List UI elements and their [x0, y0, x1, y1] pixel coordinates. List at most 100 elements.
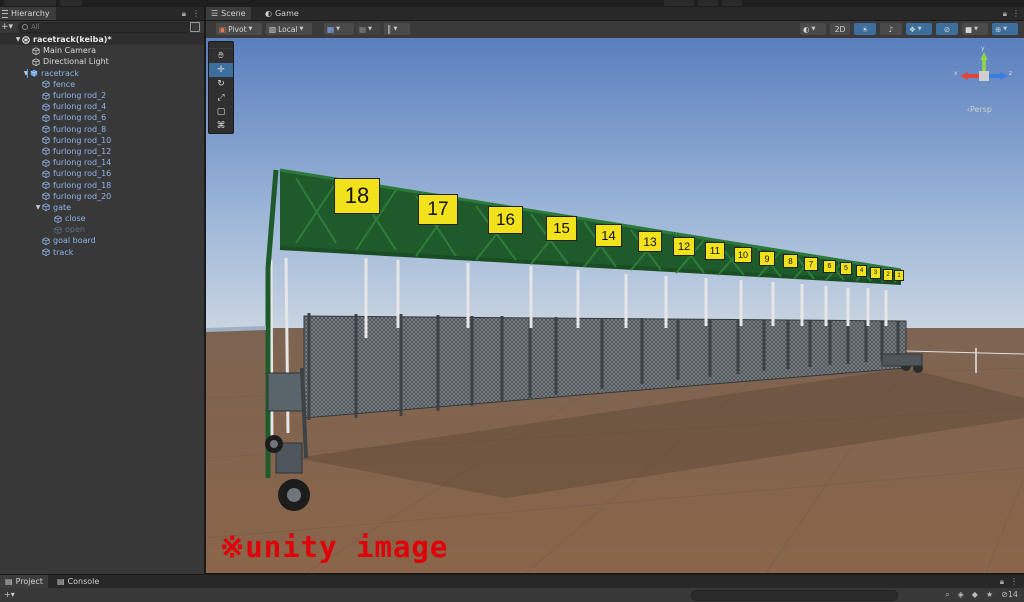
- expand-arrow-icon[interactable]: ▼: [14, 36, 22, 43]
- draw-mode-dropdown[interactable]: ◐ ▼: [800, 23, 826, 35]
- tree-item-scene-root[interactable]: ▼ racetrack(keiba)*: [0, 34, 204, 46]
- move-tool-button[interactable]: ✛: [209, 63, 233, 77]
- tab-console[interactable]: ▤ Console: [52, 575, 104, 588]
- transform-tools-overlay: ✋︎ ✛ ↻ ⤢ ▢ ⌘: [208, 41, 234, 134]
- tree-item-label: Main Camera: [43, 46, 97, 56]
- dropdown-arrow-icon: ▼: [248, 26, 253, 32]
- hierarchy-search[interactable]: [18, 21, 192, 33]
- tree-item-furlong-rod[interactable]: furlong rod_2: [0, 90, 204, 101]
- tab-scene[interactable]: ☰ Scene: [206, 7, 251, 20]
- tree-item-goal-board[interactable]: goal board: [0, 235, 204, 246]
- search-filter-icon[interactable]: ⌕: [945, 590, 949, 600]
- rect-tool-button[interactable]: ▢: [209, 105, 233, 119]
- favorite-star-icon[interactable]: ★: [986, 590, 993, 600]
- camera-settings-dropdown[interactable]: ■ ▼: [962, 23, 988, 35]
- tree-item-label: furlong rod_6: [53, 113, 107, 123]
- overlay-drag-handle[interactable]: [209, 42, 233, 49]
- tree-item-furlong-rod[interactable]: furlong rod_10: [0, 135, 204, 146]
- dropdown-arrow-icon: ▼: [1003, 26, 1008, 32]
- tree-item-label: gate: [53, 202, 72, 212]
- lock-icon[interactable]: 🔒︎: [1003, 9, 1007, 19]
- tree-item-furlong-rod[interactable]: furlong rod_6: [0, 112, 204, 123]
- audio-toggle-button[interactable]: ♪: [880, 23, 902, 35]
- orientation-gizmo[interactable]: y x z: [954, 46, 1014, 106]
- tree-item-main-camera[interactable]: Main Camera: [0, 45, 204, 56]
- speaker-icon: ♪: [888, 24, 894, 34]
- scale-tool-button[interactable]: ⤢: [209, 91, 233, 105]
- tree-item-label: furlong rod_10: [53, 135, 112, 145]
- expand-arrow-icon[interactable]: ▼: [22, 70, 30, 77]
- search-icon: [22, 24, 28, 30]
- scene-visibility-toggle[interactable]: ⊘: [936, 23, 958, 35]
- grid-snapping-button[interactable]: ▦ ▼: [324, 23, 354, 35]
- tree-item-directional-light[interactable]: Directional Light: [0, 56, 204, 67]
- gate-number-plate: 17: [418, 194, 458, 225]
- tree-item-furlong-rod[interactable]: furlong rod_8: [0, 124, 204, 135]
- kebab-menu-icon[interactable]: ⋮: [192, 9, 200, 19]
- pivot-dropdown[interactable]: ▣ Pivot ▼: [216, 23, 262, 35]
- hierarchy-panel: Hierarchy 🔒︎ ⋮ +▾ ▼ racetrack(keiba)* Ma…: [0, 7, 206, 574]
- tree-item-label: furlong rod_18: [53, 180, 112, 190]
- incremental-snap-button[interactable]: ║ ▼: [384, 23, 410, 35]
- tab-game[interactable]: ◐ Game: [260, 7, 304, 20]
- tree-item-label: goal board: [53, 236, 96, 246]
- lock-icon[interactable]: 🔒︎: [182, 9, 186, 19]
- gate-number-plate: 16: [488, 206, 523, 234]
- local-dropdown[interactable]: ▧ Local ▼: [266, 23, 312, 35]
- tab-hierarchy[interactable]: Hierarchy: [0, 7, 56, 20]
- lock-icon[interactable]: 🔒︎: [1000, 577, 1004, 587]
- tree-item-gate[interactable]: ▼ gate: [0, 202, 204, 213]
- tree-item-furlong-rod[interactable]: furlong rod_18: [0, 179, 204, 190]
- scene-visibility-icon[interactable]: [190, 22, 200, 32]
- tree-item-track[interactable]: track: [0, 247, 204, 258]
- kebab-menu-icon[interactable]: ⋮: [1010, 577, 1018, 587]
- tree-item-racetrack[interactable]: ▼ racetrack: [0, 68, 204, 79]
- tree-item-gate-open[interactable]: open: [0, 224, 204, 235]
- hamburger-icon: ☰: [211, 9, 219, 18]
- transform-icon: ⌘: [216, 121, 226, 131]
- gate-number-plate: 8: [783, 254, 798, 268]
- tab-project-label: Project: [15, 577, 43, 586]
- tab-hierarchy-label: Hierarchy: [11, 9, 50, 18]
- gate-number-plate: 5: [840, 262, 852, 275]
- lighting-toggle-button[interactable]: ☀: [854, 23, 876, 35]
- tree-item-label: furlong rod_12: [53, 146, 112, 156]
- transform-tool-button[interactable]: ⌘: [209, 119, 233, 133]
- projection-toggle[interactable]: ‹Persp: [967, 105, 992, 114]
- tree-item-furlong-rod[interactable]: furlong rod_16: [0, 168, 204, 179]
- tree-item-furlong-rod[interactable]: furlong rod_14: [0, 157, 204, 168]
- hierarchy-tabbar: Hierarchy 🔒︎ ⋮: [0, 7, 204, 21]
- hand-tool-button[interactable]: ✋︎: [209, 49, 233, 63]
- tree-item-furlong-rod[interactable]: furlong rod_4: [0, 101, 204, 112]
- effects-dropdown[interactable]: ❖ ▼: [906, 23, 932, 35]
- rotate-tool-button[interactable]: ↻: [209, 77, 233, 91]
- tree-item-fence[interactable]: fence: [0, 79, 204, 90]
- tree-item-gate-close[interactable]: close: [0, 213, 204, 224]
- toggle-2d-button[interactable]: 2D: [830, 23, 850, 35]
- scene-viewport[interactable]: 18 17 16 15 14 13 12 11 10 9 8 7 6 5 4 3…: [206, 38, 1024, 573]
- tree-item-label: furlong rod_2: [53, 91, 107, 101]
- gate-number-label: 16: [496, 210, 515, 229]
- prefab-cube-outline-icon: [42, 136, 50, 145]
- create-plus-button[interactable]: +▾: [4, 590, 15, 599]
- dropdown-arrow-icon: ▼: [336, 26, 340, 32]
- tree-item-furlong-rod[interactable]: furlong rod_12: [0, 146, 204, 157]
- tab-project[interactable]: ▤ Project: [0, 575, 48, 588]
- create-plus-button[interactable]: +▾: [0, 22, 14, 32]
- snap-increment-button[interactable]: ▦ ▼: [356, 23, 380, 35]
- gate-number-plate: 10: [734, 247, 752, 263]
- shaded-sphere-icon: ◐: [803, 24, 810, 34]
- snap-icon: ▦: [359, 24, 367, 34]
- expand-arrow-icon[interactable]: ▼: [34, 204, 42, 211]
- tree-item-furlong-rod[interactable]: furlong rod_20: [0, 191, 204, 202]
- gizmos-dropdown[interactable]: ⊕ ▼: [992, 23, 1018, 35]
- hidden-packages-icon[interactable]: ⊘14: [1001, 590, 1018, 600]
- prefab-cube-outline-icon: [42, 159, 50, 167]
- kebab-menu-icon[interactable]: ⋮: [1012, 9, 1020, 19]
- label-filter-icon[interactable]: ◆: [972, 590, 978, 600]
- hierarchy-search-input[interactable]: [31, 23, 151, 31]
- tree-item-label: open: [65, 225, 85, 235]
- type-filter-icon[interactable]: ◈: [958, 590, 964, 600]
- gameobject-cube-icon: [32, 47, 40, 55]
- project-search[interactable]: [691, 590, 898, 601]
